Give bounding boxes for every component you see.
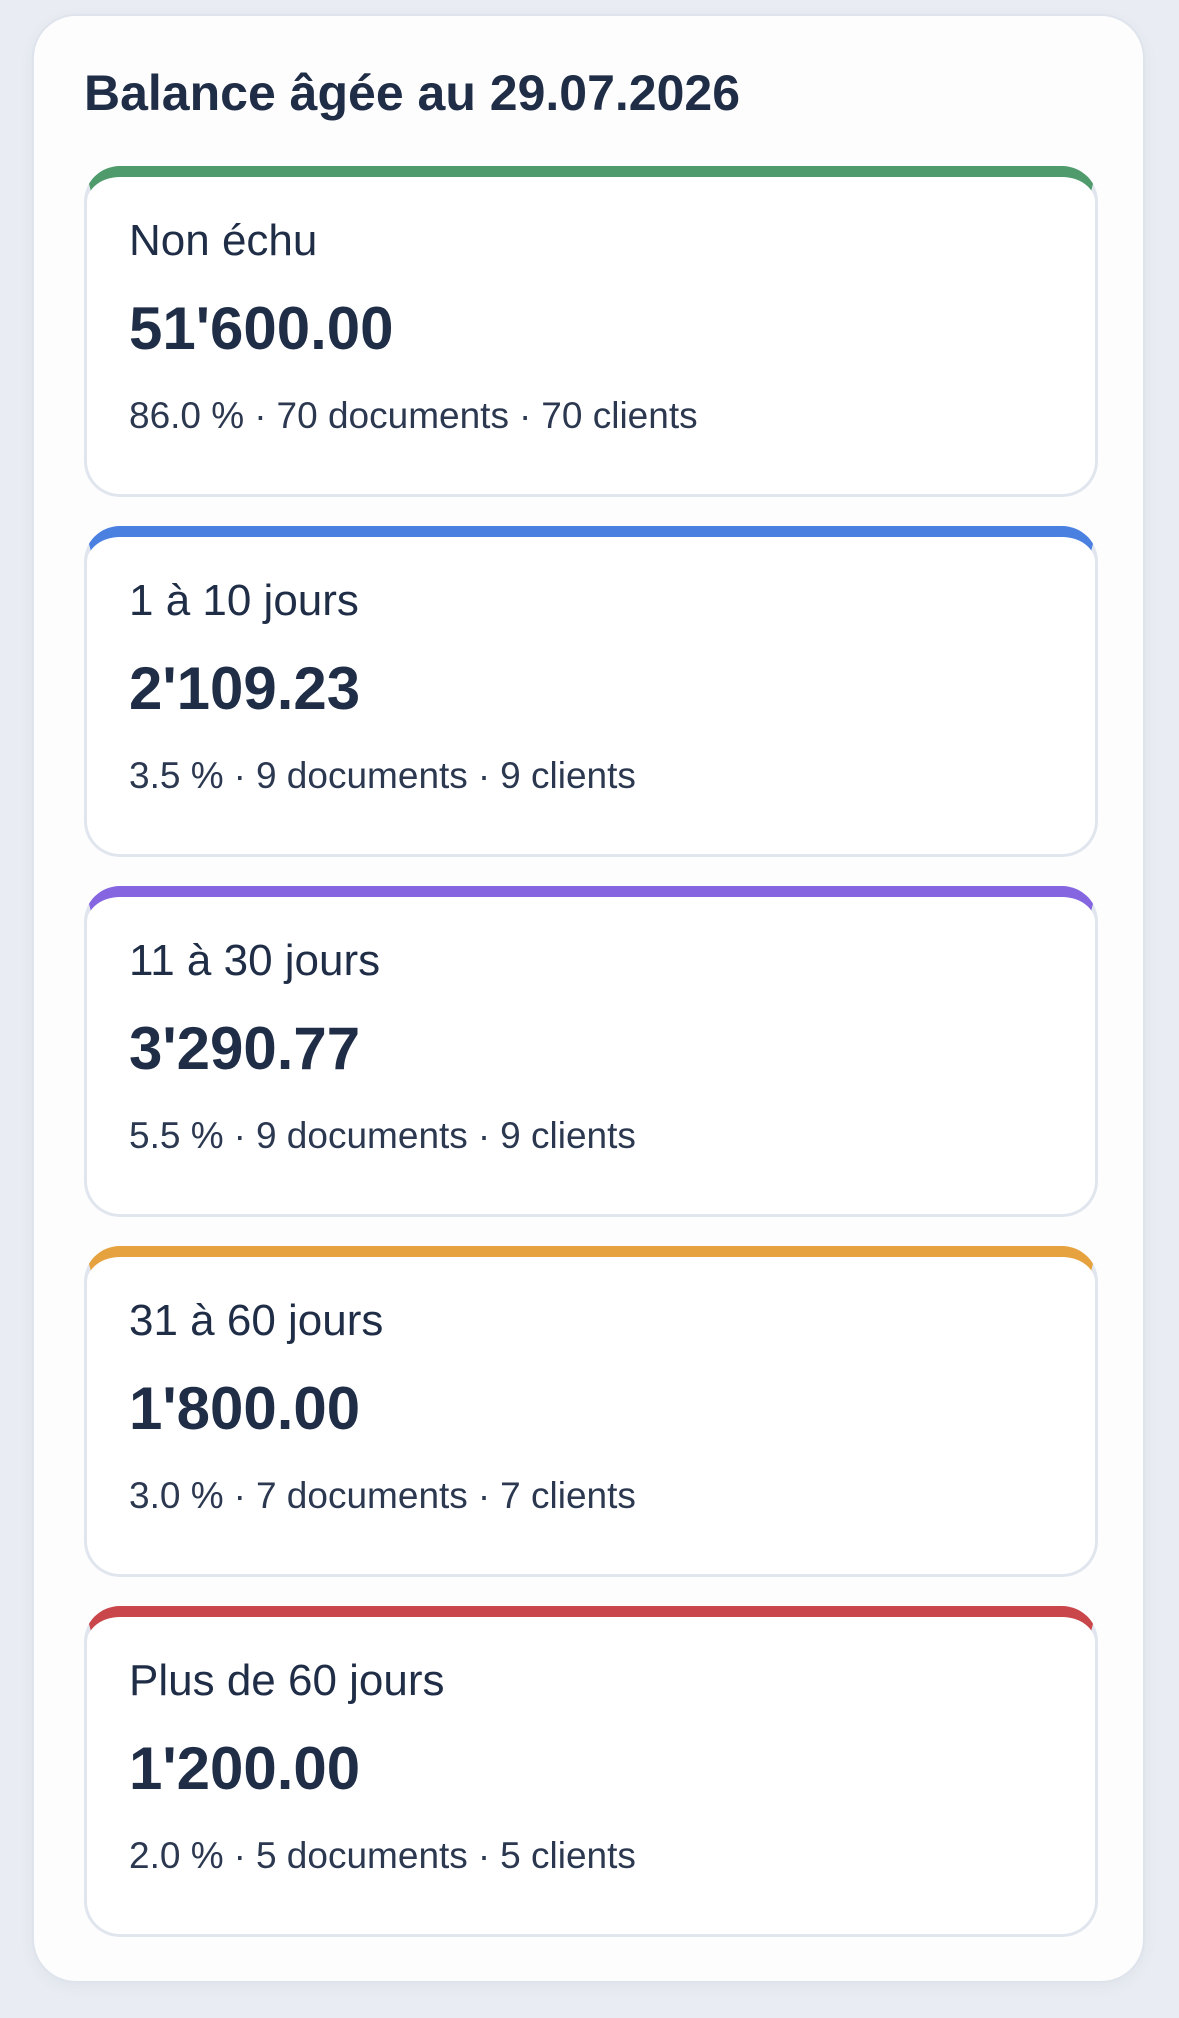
bucket-meta: 3.5 % · 9 documents · 9 clients	[129, 757, 636, 794]
bucket-meta: 5.5 % · 9 documents · 9 clients	[129, 1117, 636, 1154]
meta-separator: ·	[518, 395, 532, 436]
meta-separator: ·	[477, 1115, 491, 1156]
bucket-meta: 3.0 % · 7 documents · 7 clients	[129, 1477, 636, 1514]
bucket-documents: 9 documents	[255, 755, 468, 796]
bucket-card-not-due[interactable]: Non échu 51'600.00 86.0 % · 70 documents · 7…	[84, 166, 1098, 497]
bucket-amount: 1'200.00	[129, 1735, 361, 1802]
bucket-percent: 2.0 %	[129, 1835, 224, 1876]
bucket-percent: 86.0 %	[129, 395, 245, 436]
meta-separator: ·	[477, 755, 491, 796]
bucket-percent: 3.5 %	[129, 755, 224, 796]
bucket-clients: 5 clients	[500, 1835, 636, 1876]
bucket-percent: 3.0 %	[129, 1475, 224, 1516]
bucket-label: 31 à 60 jours	[129, 1296, 384, 1345]
meta-separator: ·	[477, 1475, 491, 1516]
bucket-amount: 2'109.23	[129, 655, 361, 722]
panel-title: Balance âgée au 29.07.2026	[84, 65, 741, 121]
bucket-card-over-60-days[interactable]: Plus de 60 jours 1'200.00 2.0 % · 5 docume…	[84, 1606, 1098, 1937]
bucket-label: Plus de 60 jours	[129, 1656, 445, 1705]
meta-separator: ·	[254, 395, 267, 436]
bucket-documents: 7 documents	[255, 1475, 468, 1516]
meta-separator: ·	[233, 1475, 246, 1516]
bucket-clients: 9 clients	[500, 1115, 636, 1156]
aging-bucket-list: Non échu 51'600.00 86.0 % · 70 documents · 7…	[84, 166, 1098, 1937]
meta-separator: ·	[477, 1835, 491, 1876]
bucket-amount: 1'800.00	[129, 1375, 361, 1442]
bucket-percent: 5.5 %	[129, 1115, 224, 1156]
bucket-card-1-10-days[interactable]: 1 à 10 jours 2'109.23 3.5 % · 9 documents ·…	[84, 526, 1098, 857]
meta-separator: ·	[233, 755, 246, 796]
bucket-card-11-30-days[interactable]: 11 à 30 jours 3'290.77 5.5 % · 9 documents…	[84, 886, 1098, 1217]
bucket-amount: 51'600.00	[129, 295, 394, 362]
meta-separator: ·	[233, 1835, 246, 1876]
bucket-clients: 7 clients	[500, 1475, 636, 1516]
bucket-card-31-60-days[interactable]: 31 à 60 jours 1'800.00 3.0 % · 7 documents…	[84, 1246, 1098, 1577]
bucket-documents: 70 documents	[276, 395, 509, 436]
bucket-label: 1 à 10 jours	[129, 576, 359, 625]
bucket-label: 11 à 30 jours	[129, 936, 381, 985]
bucket-documents: 5 documents	[255, 1835, 468, 1876]
bucket-meta: 2.0 % · 5 documents · 5 clients	[129, 1837, 636, 1874]
bucket-amount: 3'290.77	[129, 1015, 361, 1082]
bucket-clients: 9 clients	[500, 755, 636, 796]
bucket-documents: 9 documents	[255, 1115, 468, 1156]
bucket-clients: 70 clients	[541, 395, 698, 436]
meta-separator: ·	[233, 1115, 246, 1156]
aging-balance-panel: Balance âgée au 29.07.2026 Non échu 51'6…	[32, 14, 1145, 1983]
bucket-label: Non échu	[129, 216, 318, 265]
bucket-meta: 86.0 % · 70 documents · 70 clients	[129, 397, 698, 434]
